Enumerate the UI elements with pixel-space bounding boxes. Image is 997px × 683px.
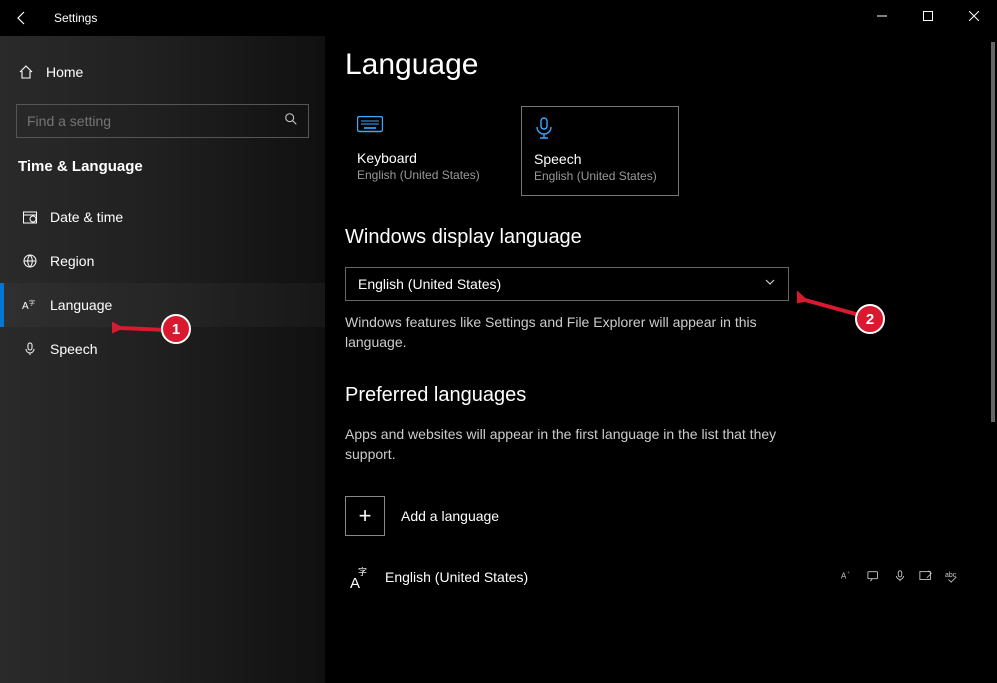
chevron-down-icon (764, 275, 776, 293)
sidebar-item-label: Region (50, 253, 94, 269)
sidebar-item-speech[interactable]: Speech (0, 327, 325, 371)
spell-check-icon: abc (945, 569, 959, 586)
add-language-label: Add a language (401, 508, 499, 524)
language-capabilities: A⁺ abc (841, 569, 959, 586)
svg-text:字: 字 (29, 299, 35, 307)
speech-recognition-icon (893, 569, 907, 586)
add-language-button[interactable]: + Add a language (345, 496, 973, 536)
sidebar: Home Time & Language Date & time Region … (0, 36, 325, 683)
sidebar-item-region[interactable]: Region (0, 239, 325, 283)
preferred-languages-heading: Preferred languages (345, 384, 973, 407)
svg-text:A: A (22, 301, 29, 312)
preferred-languages-desc: Apps and websites will appear in the fir… (345, 425, 789, 464)
minimize-button[interactable] (859, 0, 905, 32)
sidebar-item-language[interactable]: A字 Language (0, 283, 325, 327)
page-heading: Language (345, 48, 973, 82)
titlebar: Settings (0, 0, 997, 36)
sidebar-item-label: Date & time (50, 209, 123, 225)
svg-text:A: A (841, 572, 847, 581)
sidebar-item-date-time[interactable]: Date & time (0, 195, 325, 239)
tile-label: Speech (534, 151, 666, 167)
display-language-heading: Windows display language (345, 226, 973, 249)
svg-text:⁺: ⁺ (847, 571, 850, 577)
scrollbar-thumb[interactable] (991, 42, 995, 422)
calendar-clock-icon (22, 209, 50, 225)
svg-text:A: A (350, 575, 360, 590)
language-icon: A字 (22, 297, 50, 313)
handwriting-icon (919, 569, 933, 586)
sidebar-item-label: Speech (50, 341, 97, 357)
maximize-button[interactable] (905, 0, 951, 32)
microphone-icon (22, 341, 50, 357)
sidebar-home-label: Home (46, 64, 83, 80)
language-name: English (United States) (385, 569, 841, 585)
main-content: Language Keyboard English (United States… (345, 48, 973, 683)
tile-row: Keyboard English (United States) Speech … (345, 106, 973, 196)
display-language-dropdown[interactable]: English (United States) (345, 267, 789, 301)
globe-icon (22, 253, 50, 269)
plus-icon: + (345, 496, 385, 536)
display-language-desc: Windows features like Settings and File … (345, 313, 789, 352)
tile-sub: English (United States) (357, 168, 491, 182)
sidebar-category: Time & Language (0, 158, 325, 195)
tile-sub: English (United States) (534, 169, 666, 183)
search-icon (284, 112, 298, 131)
home-icon (18, 64, 46, 80)
window-controls (859, 0, 997, 32)
window-title: Settings (44, 11, 97, 25)
sidebar-home[interactable]: Home (0, 52, 325, 92)
search-input[interactable] (27, 113, 284, 129)
keyboard-icon (357, 116, 491, 144)
close-button[interactable] (951, 0, 997, 32)
text-to-speech-icon (867, 569, 881, 586)
tile-label: Keyboard (357, 150, 491, 166)
search-box[interactable] (16, 104, 309, 138)
dropdown-value: English (United States) (358, 276, 764, 292)
sidebar-item-label: Language (50, 297, 112, 313)
language-row[interactable]: 字A English (United States) A⁺ abc (345, 556, 973, 598)
tile-speech[interactable]: Speech English (United States) (521, 106, 679, 196)
back-button[interactable] (0, 0, 44, 36)
display-language-icon: A⁺ (841, 569, 855, 586)
tile-keyboard[interactable]: Keyboard English (United States) (345, 106, 503, 196)
microphone-icon (534, 117, 666, 145)
language-character-icon: 字A (349, 564, 385, 590)
